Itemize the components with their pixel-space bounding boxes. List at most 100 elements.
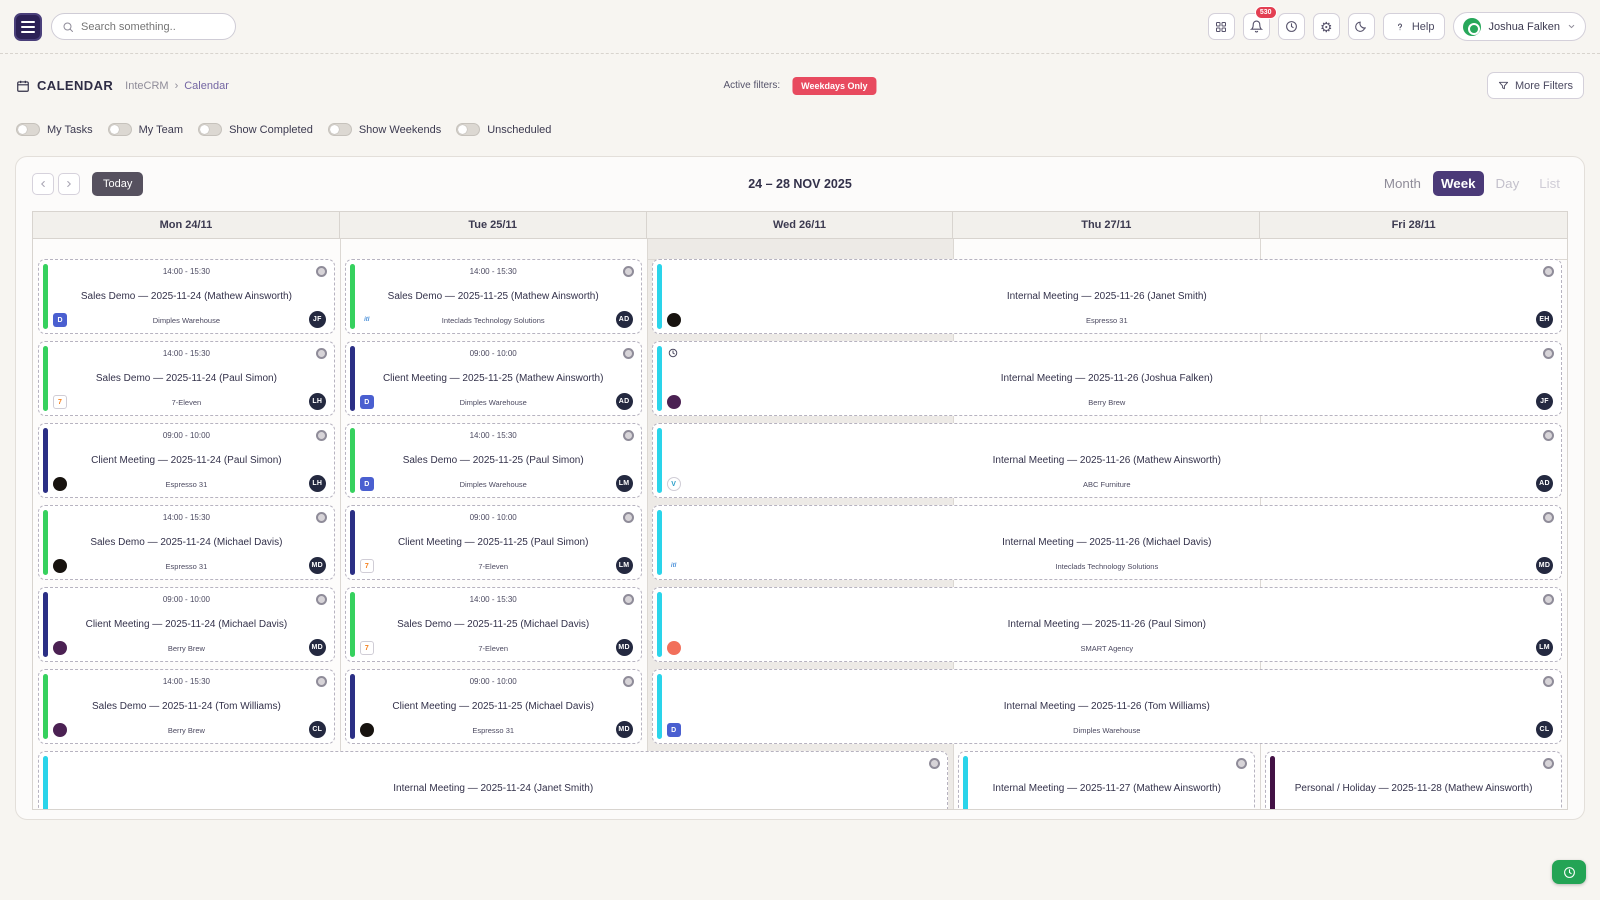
settings-button[interactable]: ⚙ (1313, 13, 1340, 40)
event-status-circle[interactable] (316, 266, 327, 277)
event-company: Dimples Warehouse (388, 398, 599, 407)
grid-body: 14:00 - 15:30 Sales Demo — 2025-11-24 (M… (33, 239, 1567, 809)
company-logo (53, 477, 67, 491)
event-status-circle[interactable] (623, 512, 634, 523)
event-status-circle[interactable] (1543, 348, 1554, 359)
event-status-circle[interactable] (316, 348, 327, 359)
event-card[interactable]: 14:00 - 15:30 Sales Demo — 2025-11-24 (P… (38, 341, 335, 416)
assignee-avatar: LM (1536, 639, 1553, 656)
event-status-circle[interactable] (623, 430, 634, 441)
event-card[interactable]: Internal Meeting — 2025-11-26 (Janet Smi… (652, 259, 1562, 334)
topbar-actions: 530 ⚙ Help Joshua Falken (1208, 12, 1586, 41)
search-input[interactable] (81, 21, 225, 33)
toggle-switch[interactable] (456, 123, 480, 136)
event-status-circle[interactable] (623, 348, 634, 359)
today-button[interactable]: Today (92, 172, 143, 196)
company-logo (53, 641, 67, 655)
event-time: 14:00 - 15:30 (39, 677, 334, 686)
notification-badge: 530 (1255, 6, 1277, 19)
event-card[interactable]: 09:00 - 10:00 Client Meeting — 2025-11-2… (345, 669, 642, 744)
toggle-show-weekends[interactable]: Show Weekends (328, 123, 441, 136)
view-week[interactable]: Week (1433, 171, 1484, 196)
event-status-circle[interactable] (1543, 430, 1554, 441)
menu-button[interactable] (14, 13, 42, 41)
event-time: 09:00 - 10:00 (39, 431, 334, 440)
active-filters: Active filters: Weekdays Only (723, 77, 876, 95)
event-status-circle[interactable] (316, 512, 327, 523)
assignee-avatar: EH (1536, 311, 1553, 328)
bottom-row: Internal Meeting — 2025-11-24 (Janet Smi… (33, 751, 1567, 809)
view-list[interactable]: List (1531, 171, 1568, 196)
event-card[interactable]: Internal Meeting — 2025-11-26 (Joshua Fa… (652, 341, 1562, 416)
search-box[interactable] (51, 13, 236, 40)
event-card[interactable]: 09:00 - 10:00 Client Meeting — 2025-11-2… (345, 505, 642, 580)
more-filters-button[interactable]: More Filters (1487, 72, 1584, 99)
event-footer: D Dimples Warehouse LM (354, 475, 633, 492)
event-title: Sales Demo — 2025-11-25 (Michael Davis) (362, 619, 625, 630)
event-status-circle[interactable] (1543, 512, 1554, 523)
next-button[interactable] (58, 173, 80, 195)
event-status-circle[interactable] (1543, 594, 1554, 605)
event-card[interactable]: Internal Meeting — 2025-11-26 (Tom Willi… (652, 669, 1562, 744)
breadcrumb-root[interactable]: InteCRM (125, 80, 168, 92)
toggle-switch[interactable] (108, 123, 132, 136)
gear-icon: ⚙ (1320, 20, 1333, 34)
quick-time-button[interactable] (1552, 860, 1586, 884)
view-day[interactable]: Day (1488, 171, 1528, 196)
event-status-circle[interactable] (1543, 758, 1554, 769)
event-title: Internal Meeting — 2025-11-26 (Tom Willi… (669, 701, 1545, 712)
toggle-unscheduled[interactable]: Unscheduled (456, 123, 551, 136)
event-card[interactable]: 14:00 - 15:30 Sales Demo — 2025-11-25 (P… (345, 423, 642, 498)
event-card[interactable]: Internal Meeting — 2025-11-24 (Janet Smi… (38, 751, 948, 809)
event-card[interactable]: Internal Meeting — 2025-11-27 (Mathew Ai… (958, 751, 1255, 809)
active-filter-badge[interactable]: Weekdays Only (792, 77, 876, 95)
view-month[interactable]: Month (1376, 171, 1429, 196)
event-status-circle[interactable] (623, 594, 634, 605)
search-icon (62, 21, 74, 33)
event-card[interactable]: 14:00 - 15:30 Sales Demo — 2025-11-25 (M… (345, 587, 642, 662)
toggle-switch[interactable] (328, 123, 352, 136)
toggle-my-team[interactable]: My Team (108, 123, 183, 136)
day-header-wed: Wed 26/11 (647, 212, 954, 238)
event-status-circle[interactable] (316, 676, 327, 687)
event-card[interactable]: Internal Meeting — 2025-11-26 (Mathew Ai… (652, 423, 1562, 498)
company-logo (667, 641, 681, 655)
event-card[interactable]: 14:00 - 15:30 Sales Demo — 2025-11-24 (T… (38, 669, 335, 744)
event-card[interactable]: 09:00 - 10:00 Client Meeting — 2025-11-2… (38, 423, 335, 498)
event-time: 14:00 - 15:30 (346, 431, 641, 440)
event-card[interactable]: 09:00 - 10:00 Client Meeting — 2025-11-2… (38, 587, 335, 662)
day-header-mon: Mon 24/11 (33, 212, 340, 238)
event-title: Client Meeting — 2025-11-25 (Paul Simon) (362, 537, 625, 548)
event-status-circle[interactable] (929, 758, 940, 769)
event-card[interactable]: 14:00 - 15:30 Sales Demo — 2025-11-24 (M… (38, 505, 335, 580)
toggle-switch[interactable] (198, 123, 222, 136)
event-card[interactable]: Personal / Holiday — 2025-11-28 (Mathew … (1265, 751, 1562, 809)
event-card[interactable]: 09:00 - 10:00 Client Meeting — 2025-11-2… (345, 341, 642, 416)
dark-mode-button[interactable] (1348, 13, 1375, 40)
notifications-button[interactable]: 530 (1243, 13, 1270, 40)
calendar-icon (16, 79, 30, 93)
event-status-circle[interactable] (623, 676, 634, 687)
event-status-circle[interactable] (1543, 266, 1554, 277)
apps-grid-button[interactable] (1208, 13, 1235, 40)
event-card[interactable]: 14:00 - 15:30 Sales Demo — 2025-11-24 (M… (38, 259, 335, 334)
event-color-bar (963, 756, 968, 809)
user-menu-button[interactable]: Joshua Falken (1453, 12, 1586, 41)
toggle-my-tasks[interactable]: My Tasks (16, 123, 93, 136)
toggle-show-completed[interactable]: Show Completed (198, 123, 313, 136)
event-title: Client Meeting — 2025-11-25 (Mathew Ains… (362, 373, 625, 384)
filter-toggles: My Tasks My Team Show Completed Show Wee… (0, 99, 1600, 136)
event-card[interactable]: Internal Meeting — 2025-11-26 (Paul Simo… (652, 587, 1562, 662)
toggle-switch[interactable] (16, 123, 40, 136)
event-status-circle[interactable] (1236, 758, 1247, 769)
prev-button[interactable] (32, 173, 54, 195)
event-card[interactable]: 14:00 - 15:30 Sales Demo — 2025-11-25 (M… (345, 259, 642, 334)
event-status-circle[interactable] (1543, 676, 1554, 687)
event-title: Sales Demo — 2025-11-24 (Tom Williams) (55, 701, 318, 712)
event-card[interactable]: Internal Meeting — 2025-11-26 (Michael D… (652, 505, 1562, 580)
event-status-circle[interactable] (316, 430, 327, 441)
help-button[interactable]: Help (1383, 13, 1446, 40)
event-status-circle[interactable] (623, 266, 634, 277)
history-button[interactable] (1278, 13, 1305, 40)
event-status-circle[interactable] (316, 594, 327, 605)
